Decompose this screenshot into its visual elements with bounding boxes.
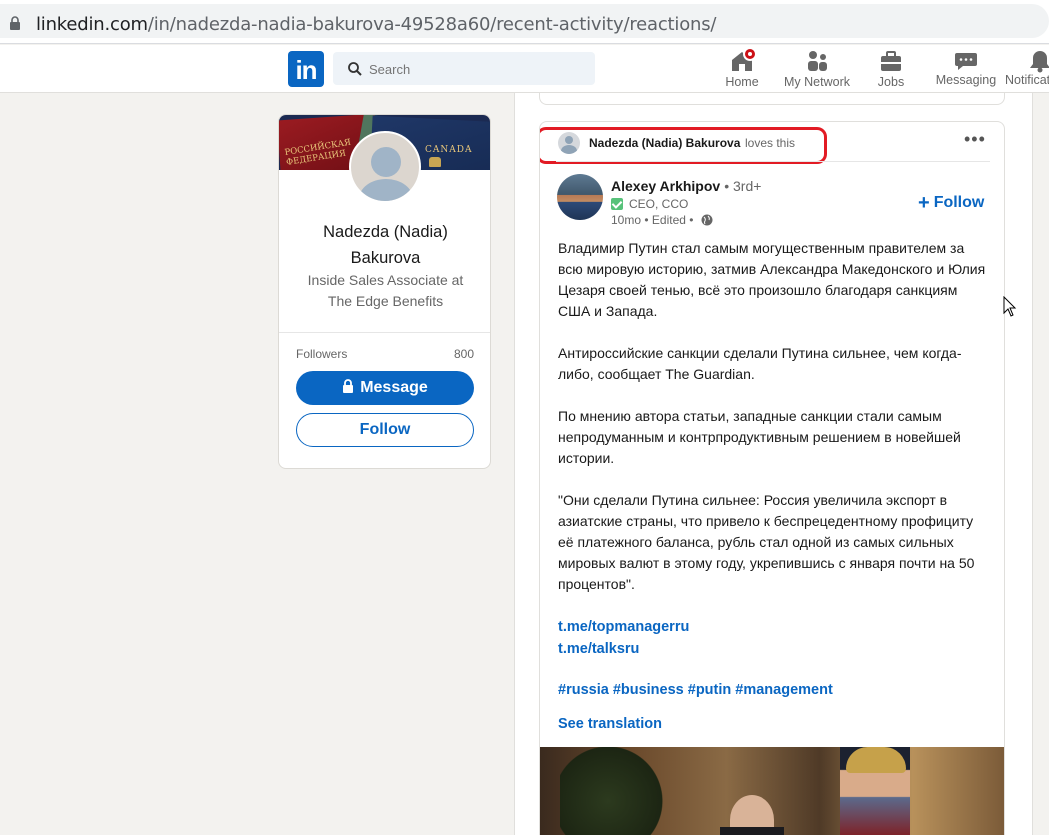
url-text: linkedin.com/in/nadezda-nadia-bakurova-4… <box>36 14 716 35</box>
notification-badge <box>743 47 757 61</box>
nav-jobs[interactable]: Jobs <box>872 49 910 91</box>
post-image[interactable] <box>540 747 1004 835</box>
divider <box>556 161 990 162</box>
post-hashtags[interactable]: #russia #business #putin #management <box>558 680 990 701</box>
followers-label: Followers <box>296 347 348 361</box>
nav-messaging[interactable]: Messaging <box>934 49 998 91</box>
plus-icon: + <box>918 192 930 214</box>
verified-check-icon <box>611 198 623 210</box>
nav-my-network[interactable]: My Network <box>781 49 853 91</box>
post-paragraph: По мнению автора статьи, западные санкци… <box>558 408 961 466</box>
lock-icon <box>10 16 20 30</box>
followers-row: Followers 800 <box>296 347 474 361</box>
avatar-head <box>371 147 401 177</box>
browser-address-bar: linkedin.com/in/nadezda-nadia-bakurova-4… <box>0 0 1049 44</box>
image-tree <box>560 747 680 835</box>
bell-icon <box>1030 51 1049 73</box>
author-name-row[interactable]: Alexey Arkhipov • 3rd+ <box>611 178 761 194</box>
crest-icon <box>429 157 441 167</box>
author-title-row: CEO, CCO <box>611 197 688 211</box>
post-text: Владимир Путин стал самым могущественным… <box>558 238 990 701</box>
post-link[interactable]: t.me/topmanagerru <box>558 616 990 638</box>
url-field[interactable]: linkedin.com/in/nadezda-nadia-bakurova-4… <box>0 4 1049 38</box>
message-button[interactable]: Message <box>296 371 474 405</box>
image-guard-hat <box>846 747 906 773</box>
more-options-icon[interactable]: ••• <box>964 130 990 150</box>
connection-degree: • 3rd+ <box>724 178 762 194</box>
linkedin-navbar: in Home My Network Jobs Me <box>0 45 1049 93</box>
linkedin-logo[interactable]: in <box>288 51 324 87</box>
url-path: /in/nadezda-nadia-bakurova-49528a60/rece… <box>147 14 717 35</box>
follow-author-label: Follow <box>933 194 985 211</box>
author-title: CEO, CCO <box>629 197 689 211</box>
search-input[interactable] <box>369 58 579 80</box>
profile-avatar[interactable] <box>349 131 421 203</box>
profile-name[interactable]: Nadezda (Nadia) Bakurova <box>279 219 490 271</box>
image-suit <box>720 827 784 835</box>
cover-text-right: CANADA <box>425 145 473 155</box>
author-name[interactable]: Alexey Arkhipov <box>611 178 720 194</box>
lock-icon <box>343 379 354 393</box>
search-box[interactable] <box>333 52 595 85</box>
message-button-label: Message <box>360 379 428 396</box>
see-translation-link[interactable]: See translation <box>558 716 662 732</box>
post-meta: 10mo • Edited • <box>611 213 713 227</box>
post-link[interactable]: t.me/talksru <box>558 638 990 660</box>
messaging-icon <box>955 53 977 70</box>
mouse-cursor-icon <box>1003 296 1017 317</box>
author-avatar[interactable] <box>557 174 603 220</box>
avatar-body <box>359 179 413 201</box>
nav-notifications-label: Notificat <box>1005 73 1049 87</box>
post-paragraph: Антироссийские санкции сделали Путина си… <box>558 345 962 382</box>
search-icon <box>348 62 362 76</box>
post-card: Nadezda (Nadia) Bakurova loves this ••• … <box>539 121 1005 835</box>
red-annotation-outline <box>540 127 827 164</box>
nav-home-label: Home <box>725 75 759 89</box>
profile-follow-button[interactable]: Follow <box>296 413 474 447</box>
nav-home[interactable]: Home <box>722 47 762 91</box>
nav-my-network-label: My Network <box>784 75 850 89</box>
followers-count: 800 <box>453 347 474 361</box>
nav-messaging-label: Messaging <box>935 73 997 87</box>
briefcase-icon <box>881 51 901 71</box>
url-host: linkedin.com <box>36 14 148 35</box>
divider <box>279 332 490 333</box>
nav-jobs-label: Jobs <box>877 75 905 89</box>
globe-icon <box>701 214 713 226</box>
follow-author-button[interactable]: + Follow <box>918 192 984 215</box>
post-timestamp: 10mo • Edited • <box>611 213 694 227</box>
previous-post-card <box>539 93 1005 105</box>
profile-card: РОССИЙСКАЯ ФЕДЕРАЦИЯ CANADA Nadezda (Nad… <box>278 114 491 469</box>
network-icon <box>808 51 827 71</box>
nav-notifications[interactable]: Notificat <box>1005 49 1049 91</box>
profile-headline: Inside Sales Associate at The Edge Benef… <box>307 272 464 309</box>
post-paragraph: "Они сделали Путина сильнее: Россия увел… <box>558 492 975 592</box>
post-paragraph: Владимир Путин стал самым могущественным… <box>558 240 986 319</box>
